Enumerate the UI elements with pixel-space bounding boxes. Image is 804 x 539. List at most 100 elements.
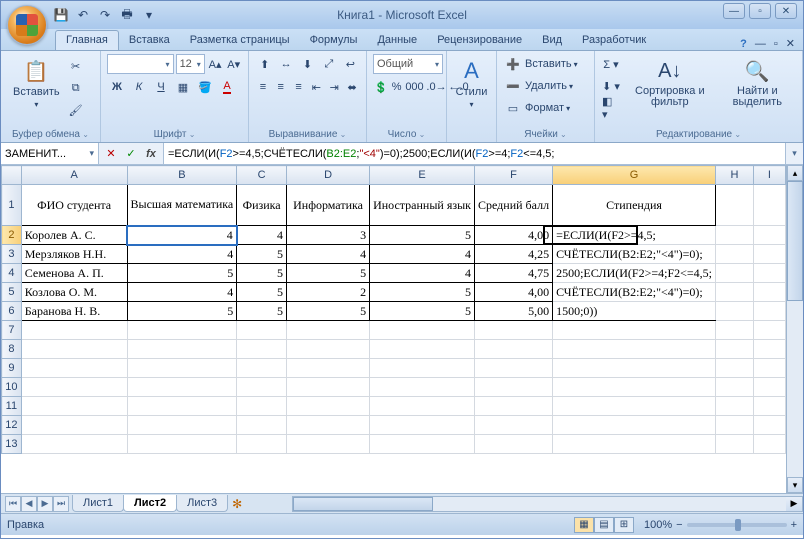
font-name-combo[interactable]: ▾: [107, 54, 174, 74]
cell[interactable]: [21, 397, 127, 416]
scroll-thumb[interactable]: [787, 181, 803, 301]
cell[interactable]: Информатика: [287, 185, 370, 226]
cell[interactable]: [715, 226, 753, 245]
cell[interactable]: 4: [127, 283, 237, 302]
cell[interactable]: [753, 245, 785, 264]
cell[interactable]: [753, 226, 785, 245]
col-header[interactable]: E: [370, 166, 475, 185]
cell[interactable]: 5: [127, 302, 237, 321]
cell[interactable]: 5: [237, 264, 287, 283]
print-icon[interactable]: 🖶: [119, 7, 135, 23]
cell[interactable]: [475, 416, 553, 435]
close-doc-icon[interactable]: ✕: [786, 37, 795, 50]
restore-doc-icon[interactable]: ▫: [774, 38, 778, 50]
grow-font-icon[interactable]: A▴: [207, 54, 224, 74]
cell[interactable]: [237, 378, 287, 397]
comma-icon[interactable]: 000: [404, 77, 424, 97]
sheet-table[interactable]: A B C D E F G H I 1 ФИО студента Высшая …: [1, 165, 786, 454]
cell[interactable]: Высшая математика: [127, 185, 237, 226]
cell[interactable]: [553, 340, 716, 359]
cell[interactable]: [370, 359, 475, 378]
inc-decimal-icon[interactable]: .0→: [426, 77, 446, 97]
row-header[interactable]: 7: [2, 321, 22, 340]
cell[interactable]: [715, 321, 753, 340]
cell[interactable]: [287, 378, 370, 397]
tab-review[interactable]: Рецензирование: [427, 31, 532, 50]
align-bottom-icon[interactable]: ⬇: [298, 54, 317, 74]
cell[interactable]: [553, 321, 716, 340]
cell[interactable]: [21, 340, 127, 359]
format-painter-icon[interactable]: 🖌: [66, 100, 86, 120]
underline-icon[interactable]: Ч: [151, 77, 171, 97]
col-header[interactable]: D: [287, 166, 370, 185]
undo-icon[interactable]: ↶: [75, 7, 91, 23]
cell[interactable]: 4,25: [475, 245, 553, 264]
help-icon[interactable]: ?: [740, 38, 747, 50]
cell[interactable]: [715, 435, 753, 454]
cell[interactable]: 5: [127, 264, 237, 283]
cell[interactable]: [127, 378, 237, 397]
bold-icon[interactable]: Ж: [107, 77, 127, 97]
cell[interactable]: [553, 397, 716, 416]
expand-formula-icon[interactable]: ▾: [785, 143, 803, 164]
row-header[interactable]: 6: [2, 302, 22, 321]
cell[interactable]: [475, 378, 553, 397]
cell[interactable]: Козлова О. М.: [21, 283, 127, 302]
cell[interactable]: 5: [237, 302, 287, 321]
col-header[interactable]: G: [553, 166, 716, 185]
cell[interactable]: [475, 321, 553, 340]
cell[interactable]: 5,00: [475, 302, 553, 321]
cell[interactable]: [715, 340, 753, 359]
scroll-down-icon[interactable]: ▾: [787, 477, 803, 493]
cell[interactable]: [370, 416, 475, 435]
align-center-icon[interactable]: ≡: [273, 77, 289, 97]
cell[interactable]: [21, 359, 127, 378]
cell[interactable]: [287, 321, 370, 340]
row-header[interactable]: 9: [2, 359, 22, 378]
cell[interactable]: [370, 397, 475, 416]
cell[interactable]: [127, 416, 237, 435]
cell[interactable]: [287, 397, 370, 416]
cell[interactable]: [753, 416, 785, 435]
cell[interactable]: [753, 359, 785, 378]
shrink-font-icon[interactable]: A▾: [225, 54, 242, 74]
copy-icon[interactable]: ⧉: [66, 78, 86, 98]
minimize-button[interactable]: —: [723, 3, 745, 19]
cell[interactable]: [287, 435, 370, 454]
prev-sheet-icon[interactable]: ◀: [21, 496, 37, 512]
row-header[interactable]: 11: [2, 397, 22, 416]
col-header[interactable]: H: [715, 166, 753, 185]
tab-view[interactable]: Вид: [532, 31, 572, 50]
font-size-combo[interactable]: 12▾: [176, 54, 205, 74]
zoom-level[interactable]: 100%: [644, 519, 672, 531]
cell[interactable]: [475, 435, 553, 454]
format-cells-icon[interactable]: ▭: [503, 98, 523, 118]
zoom-in-icon[interactable]: +: [791, 519, 797, 531]
hscroll-thumb[interactable]: [293, 497, 433, 511]
normal-view-icon[interactable]: ▦: [574, 517, 594, 533]
cell[interactable]: 2: [287, 283, 370, 302]
cell[interactable]: [715, 264, 753, 283]
cell[interactable]: [753, 340, 785, 359]
cell[interactable]: [475, 397, 553, 416]
align-right-icon[interactable]: ≡: [291, 77, 307, 97]
cell[interactable]: 5: [287, 264, 370, 283]
find-select-button[interactable]: 🔍 Найти и выделить: [719, 54, 796, 118]
zoom-slider[interactable]: [687, 523, 787, 527]
styles-button[interactable]: A Стили ▾: [453, 54, 490, 113]
align-middle-icon[interactable]: ↔: [276, 54, 295, 74]
cell[interactable]: 4: [370, 245, 475, 264]
horizontal-scrollbar[interactable]: ◀ ▶: [292, 496, 803, 512]
cell[interactable]: [753, 185, 785, 226]
select-all-corner[interactable]: [2, 166, 22, 185]
row-header[interactable]: 3: [2, 245, 22, 264]
cell[interactable]: Королев А. С.: [21, 226, 127, 245]
cell[interactable]: 5: [370, 302, 475, 321]
col-header[interactable]: B: [127, 166, 237, 185]
redo-icon[interactable]: ↷: [97, 7, 113, 23]
orientation-icon[interactable]: ⤢: [319, 54, 338, 74]
cell[interactable]: [715, 185, 753, 226]
cell[interactable]: 5: [237, 283, 287, 302]
border-icon[interactable]: ▦: [173, 77, 193, 97]
new-sheet-icon[interactable]: ✻: [232, 497, 252, 511]
